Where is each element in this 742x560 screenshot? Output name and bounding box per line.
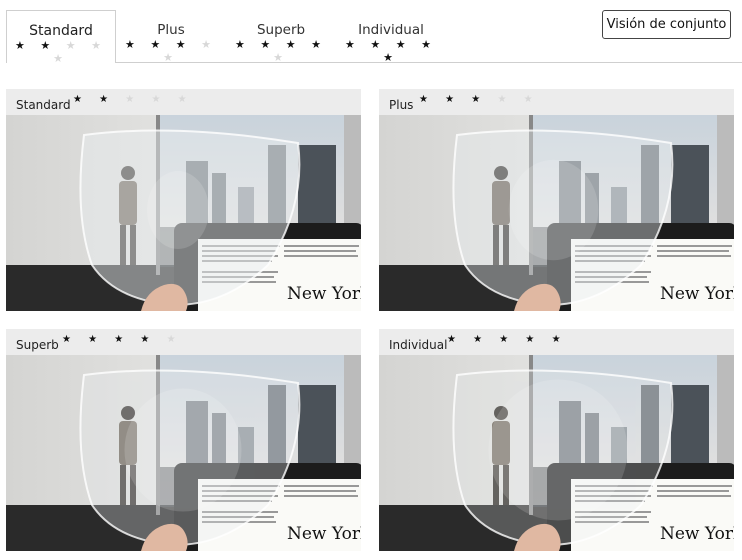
star-on-icons: ★ ★ ★ ★ ★: [345, 38, 437, 64]
magazine-headline: New York: [287, 284, 361, 304]
lens-simulation-image: New York: [6, 115, 361, 311]
tab-label: Superb: [256, 22, 306, 38]
card-header: Standard ★ ★ ★ ★ ★: [6, 89, 361, 115]
card-title: Individual: [389, 338, 448, 352]
lens-simulation-image: New York: [379, 115, 734, 311]
card-header: Plus ★ ★ ★ ★ ★: [379, 89, 734, 115]
magazine-headline: New York: [660, 284, 734, 304]
magazine-headline: New York: [660, 524, 734, 544]
lens-simulation-image: New York: [379, 355, 734, 551]
tab-plus[interactable]: Plus ★ ★ ★ ★ ★: [116, 10, 226, 64]
card-header: Superb ★ ★ ★ ★ ★: [6, 329, 361, 355]
card-rating: ★ ★ ★ ★ ★: [447, 334, 568, 345]
star-on-icons: ★ ★: [73, 94, 116, 105]
card-rating: ★ ★ ★ ★ ★: [62, 334, 183, 345]
tab-rating: ★ ★ ★ ★ ★: [226, 38, 336, 64]
star-on-icons: ★ ★ ★ ★: [235, 38, 327, 51]
star-off-icons: ★ ★: [497, 94, 540, 105]
tab-superb[interactable]: Superb ★ ★ ★ ★ ★: [226, 10, 336, 64]
star-on-icons: ★ ★ ★: [125, 38, 192, 51]
card-title: Standard: [16, 98, 71, 112]
card-rating: ★ ★ ★ ★ ★: [419, 94, 540, 105]
star-on-icons: ★ ★ ★ ★: [62, 334, 157, 345]
lens-card-individual: Individual ★ ★ ★ ★ ★ New Yor: [379, 329, 734, 551]
star-off-icons: ★: [273, 51, 289, 64]
lens-simulation-image: New York: [6, 355, 361, 551]
star-on-icons: ★ ★ ★: [419, 94, 488, 105]
card-title: Superb: [16, 338, 59, 352]
card-header: Individual ★ ★ ★ ★ ★: [379, 329, 734, 355]
tab-standard[interactable]: Standard ★ ★ ★ ★ ★: [6, 10, 116, 65]
overview-button[interactable]: Visión de conjunto: [602, 10, 731, 39]
card-rating: ★ ★ ★ ★ ★: [73, 94, 194, 105]
tab-label: Standard: [29, 23, 93, 39]
star-off-icons: ★ ★ ★: [125, 94, 194, 105]
star-off-icons: ★ ★ ★: [53, 39, 107, 65]
tab-label: Individual: [358, 22, 424, 38]
star-off-icons: ★: [166, 334, 183, 345]
card-title: Plus: [389, 98, 414, 112]
tab-rating: ★ ★ ★ ★ ★: [336, 38, 446, 64]
lens-card-superb: Superb ★ ★ ★ ★ ★ New Yor: [6, 329, 361, 551]
tab-individual[interactable]: Individual ★ ★ ★ ★ ★: [336, 10, 446, 64]
lens-card-plus: Plus ★ ★ ★ ★ ★ New Yor: [379, 89, 734, 311]
star-on-icons: ★ ★ ★ ★ ★: [447, 334, 568, 345]
tab-rating: ★ ★ ★ ★ ★: [116, 38, 226, 64]
lens-card-standard: Standard ★ ★ ★ ★ ★ New Yor: [6, 89, 361, 311]
tab-rating: ★ ★ ★ ★ ★: [7, 39, 115, 65]
star-on-icons: ★ ★: [15, 39, 57, 52]
tab-label: Plus: [157, 22, 185, 38]
magazine-headline: New York: [287, 524, 361, 544]
